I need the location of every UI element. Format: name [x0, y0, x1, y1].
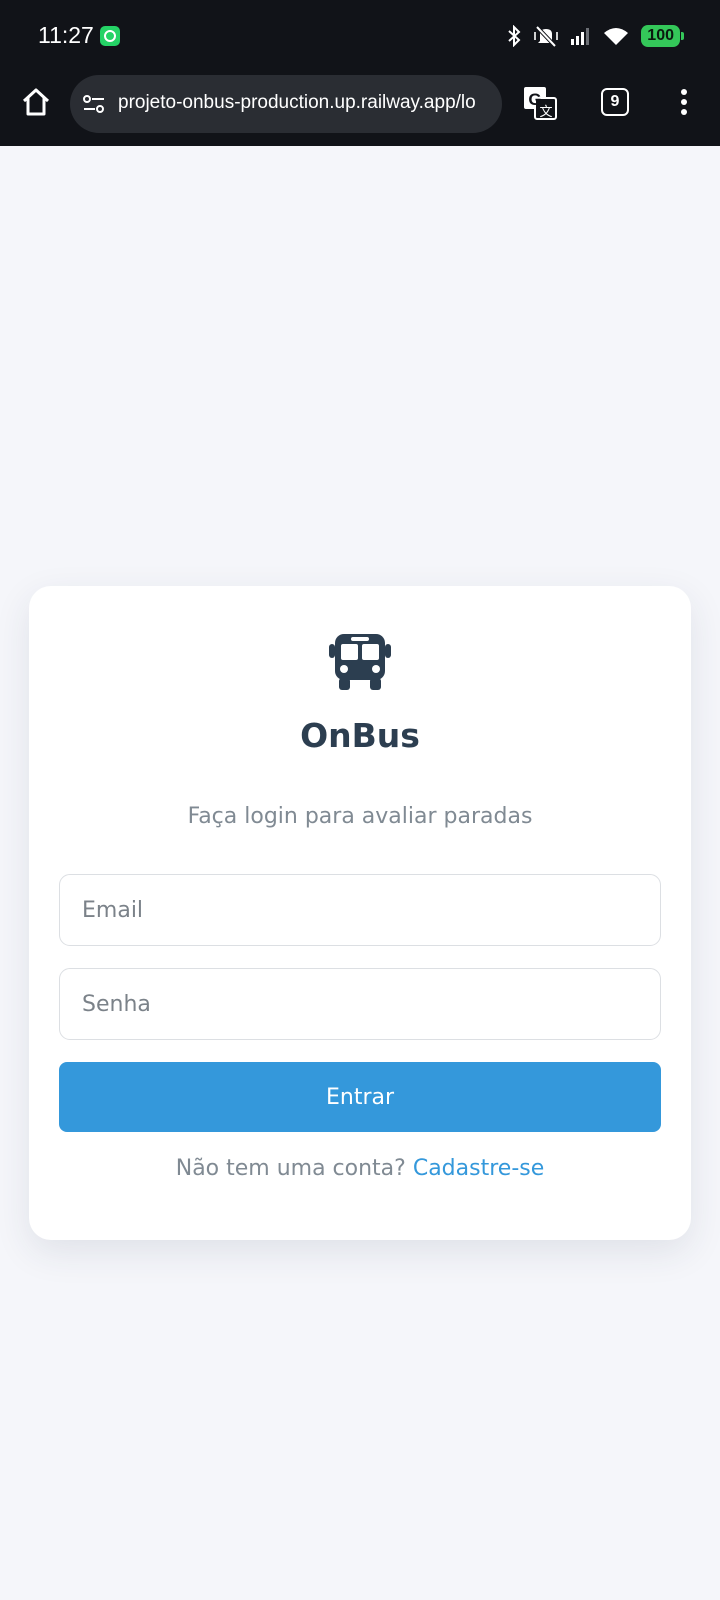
- whatsapp-icon: [100, 26, 120, 46]
- signup-prompt: Não tem uma conta?: [175, 1156, 413, 1181]
- page-content: OnBus Faça login para avaliar paradas En…: [0, 146, 720, 1600]
- translate-icon[interactable]: G 文: [523, 86, 557, 120]
- more-icon[interactable]: [676, 87, 692, 117]
- login-card: OnBus Faça login para avaliar paradas En…: [29, 586, 691, 1240]
- status-icons: 100: [507, 22, 684, 50]
- signup-row: Não tem uma conta? Cadastre-se: [29, 1156, 691, 1181]
- battery-indicator: 100: [641, 25, 684, 47]
- status-time: 11:27: [38, 22, 94, 48]
- bus-icon: [329, 634, 391, 690]
- brand-title: OnBus: [300, 716, 420, 755]
- login-subtitle: Faça login para avaliar paradas: [187, 804, 533, 829]
- password-field[interactable]: [59, 968, 661, 1040]
- signal-icon: [571, 28, 590, 45]
- address-bar[interactable]: projeto-onbus-production.up.railway.app/…: [70, 75, 502, 133]
- svg-text:文: 文: [539, 104, 552, 119]
- signup-link[interactable]: Cadastre-se: [413, 1156, 544, 1181]
- url-text: projeto-onbus-production.up.railway.app/…: [118, 92, 476, 113]
- mute-vibrate-icon: [534, 25, 559, 47]
- tabs-icon[interactable]: 9: [601, 88, 629, 116]
- bluetooth-icon: [508, 25, 521, 47]
- status-bar: 11:27 100: [0, 0, 720, 72]
- wifi-icon: [604, 28, 629, 45]
- browser-toolbar: projeto-onbus-production.up.railway.app/…: [0, 72, 720, 146]
- site-settings-icon[interactable]: [82, 94, 106, 114]
- home-icon[interactable]: [20, 86, 52, 118]
- email-field[interactable]: [59, 874, 661, 946]
- login-button[interactable]: Entrar: [59, 1062, 661, 1132]
